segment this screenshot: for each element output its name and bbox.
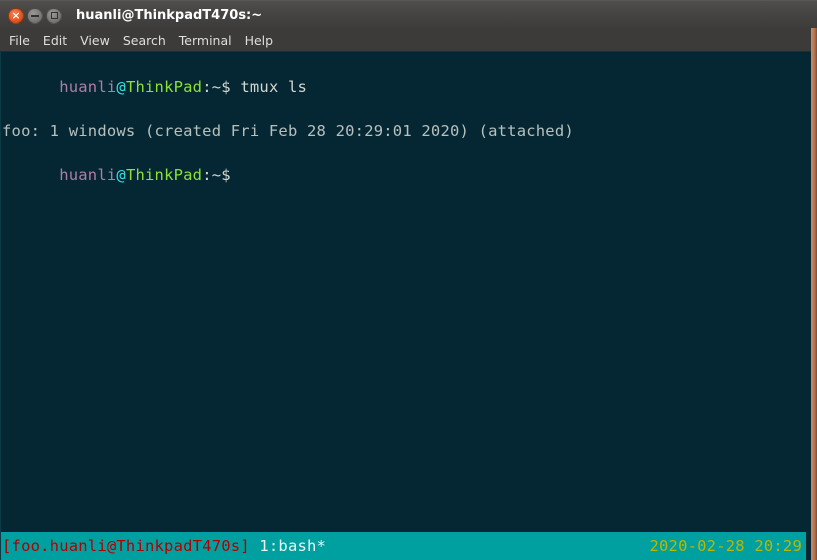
prompt-at: @ <box>116 166 126 184</box>
title-bar[interactable]: × huanli@ThinkpadT470s:~ <box>0 0 817 30</box>
menu-item-search[interactable]: Search <box>123 33 174 48</box>
window-controls: × <box>8 7 62 24</box>
menu-item-help[interactable]: Help <box>245 33 282 48</box>
terminal-output-area[interactable]: huanli@ThinkPad:~$ tmux ls foo: 1 window… <box>0 52 811 532</box>
window-border-left <box>0 52 1 560</box>
minimize-icon <box>31 14 39 17</box>
menu-bar: File Edit View Search Terminal Help <box>0 30 817 52</box>
tmux-window-label[interactable]: 1:bash* <box>250 533 326 559</box>
tmux-session-label: [foo.huanli@ThinkpadT470s] <box>2 537 250 555</box>
prompt-host: ThinkPad <box>125 166 203 184</box>
tmux-status-right: 2020-02-28 20:29 <box>592 532 806 560</box>
menu-item-terminal[interactable]: Terminal <box>179 33 240 48</box>
terminal-line: foo: 1 windows (created Fri Feb 28 20:29… <box>2 122 574 140</box>
prompt-tail: :~$ <box>202 166 231 184</box>
prompt-user: huanli <box>59 78 117 96</box>
terminal-window: × huanli@ThinkpadT470s:~ File Edit View … <box>0 0 817 560</box>
close-icon: × <box>11 9 21 22</box>
prompt-at: @ <box>116 78 126 96</box>
window-title: huanli@ThinkpadT470s:~ <box>76 8 263 23</box>
tmux-status-left: [foo.huanli@ThinkpadT470s] 1:bash* <box>0 533 326 559</box>
close-button[interactable]: × <box>8 7 24 24</box>
maximize-icon <box>50 12 58 19</box>
tmux-clock: 2020-02-28 20:29 <box>649 537 802 555</box>
tmux-status-bar: [foo.huanli@ThinkpadT470s] 1:bash* 2020-… <box>0 532 806 560</box>
menu-item-edit[interactable]: Edit <box>43 33 75 48</box>
prompt-host: ThinkPad <box>125 78 203 96</box>
prompt-tail: :~$ <box>202 78 241 96</box>
terminal-line: huanli@ThinkPad:~$ <box>2 142 811 208</box>
minimize-button[interactable] <box>27 7 43 24</box>
menu-item-view[interactable]: View <box>80 33 118 48</box>
terminal-line: huanli@ThinkPad:~$ tmux ls <box>2 54 811 120</box>
maximize-button[interactable] <box>46 7 62 24</box>
prompt-user: huanli <box>59 166 117 184</box>
terminal-command: tmux ls <box>240 78 308 96</box>
menu-item-file[interactable]: File <box>9 33 38 48</box>
window-border-right <box>811 28 817 560</box>
